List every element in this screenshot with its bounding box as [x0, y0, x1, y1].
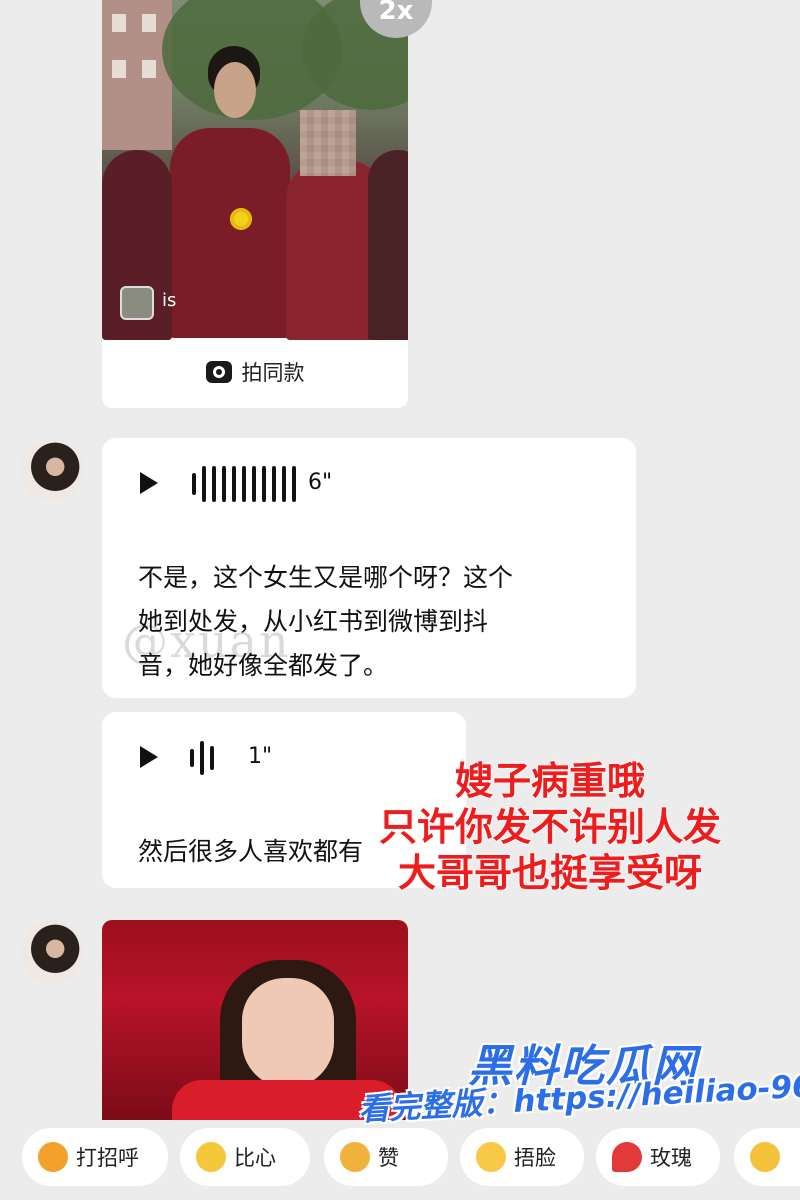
- message-bubble-1[interactable]: 6" @xuan 不是，这个女生又是哪个呀？这个 她到处发，从小红书到微博到抖 …: [102, 438, 636, 698]
- play-icon[interactable]: [140, 746, 158, 768]
- pixelated-face: [300, 110, 356, 176]
- quick-reply-like[interactable]: 赞: [324, 1128, 448, 1186]
- quick-reply-more[interactable]: [734, 1128, 800, 1186]
- video-thumbnail[interactable]: is: [102, 0, 408, 340]
- gift-emoji-icon: [750, 1142, 780, 1172]
- author-handle: is: [162, 290, 177, 311]
- facepalm-emoji-icon: [476, 1142, 506, 1172]
- message-text: 不是，这个女生又是哪个呀？这个 她到处发，从小红书到微博到抖 音，她好像全都发了…: [138, 563, 514, 680]
- quick-reply-rose[interactable]: 玫瑰: [596, 1128, 720, 1186]
- play-icon[interactable]: [140, 472, 158, 494]
- sunflower-graphic: [230, 208, 252, 230]
- finger-heart-emoji-icon: [196, 1142, 226, 1172]
- voice-duration: 1": [248, 744, 273, 769]
- sender-avatar[interactable]: [20, 920, 84, 984]
- quick-reply-heart[interactable]: 比心: [180, 1128, 310, 1186]
- overlay-caption: 嫂子病重哦 只许你发不许别人发 大哥哥也挺享受呀: [378, 759, 721, 895]
- thumbs-up-emoji-icon: [340, 1142, 370, 1172]
- camera-icon: [205, 361, 232, 383]
- quick-reply-greet[interactable]: 打招呼: [22, 1128, 168, 1186]
- voice-duration: 6": [308, 470, 333, 495]
- sender-avatar[interactable]: [20, 438, 84, 502]
- voice-waveform-icon: [190, 738, 214, 778]
- quick-reply-facepalm[interactable]: 捂脸: [460, 1128, 584, 1186]
- author-avatar[interactable]: [120, 286, 154, 320]
- shoot-same-label: 拍同款: [241, 361, 305, 385]
- voice-waveform-icon: [192, 464, 296, 504]
- building-graphic: [102, 0, 172, 150]
- rose-emoji-icon: [612, 1142, 642, 1172]
- wave-emoji-icon: [38, 1142, 68, 1172]
- quick-reply-bar: 打招呼 比心 赞 捂脸 玫瑰: [0, 1118, 800, 1200]
- video-message-card[interactable]: is 拍同款: [102, 0, 408, 408]
- shoot-same-button[interactable]: 拍同款: [102, 336, 408, 408]
